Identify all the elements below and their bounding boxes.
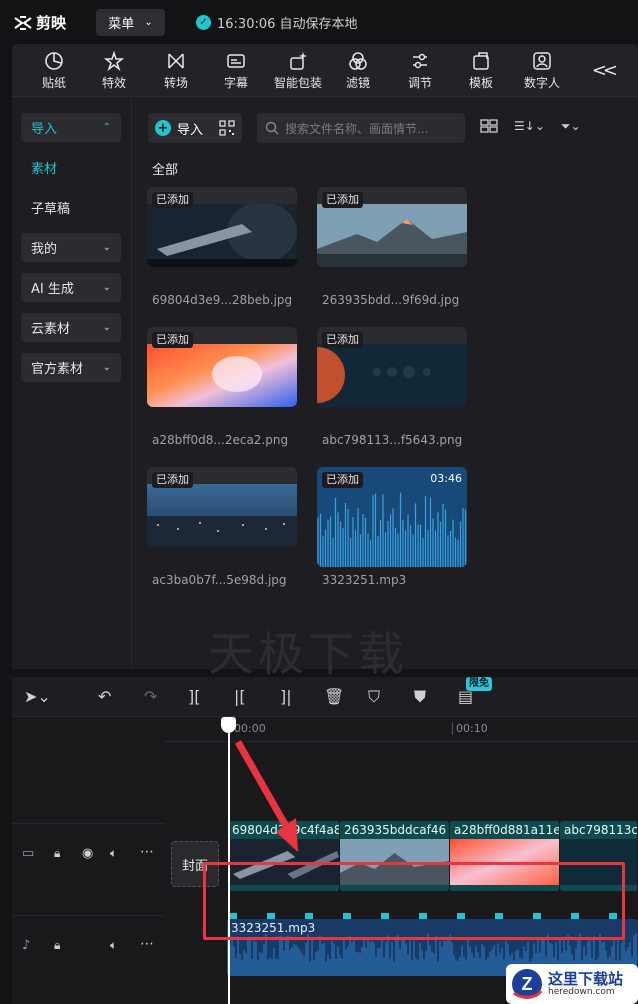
annotation-highlight-box <box>203 862 625 940</box>
site-logo-url: heredown.com <box>548 986 615 997</box>
added-badge: 已添加 <box>322 472 363 488</box>
added-badge: 已添加 <box>152 332 193 348</box>
added-badge: 已添加 <box>322 192 363 208</box>
added-badge: 已添加 <box>152 192 193 208</box>
site-logo: Z 这里下载站 heredown.com <box>506 964 638 1004</box>
site-logo-icon: Z <box>512 969 543 999</box>
audio-duration: 03:46 <box>430 472 462 485</box>
added-badge: 已添加 <box>152 472 193 488</box>
added-badge: 已添加 <box>322 332 363 348</box>
svg-text:Z: Z <box>522 974 533 994</box>
annotation-arrow <box>234 740 298 852</box>
site-logo-title: 这里下载站 <box>548 969 624 988</box>
